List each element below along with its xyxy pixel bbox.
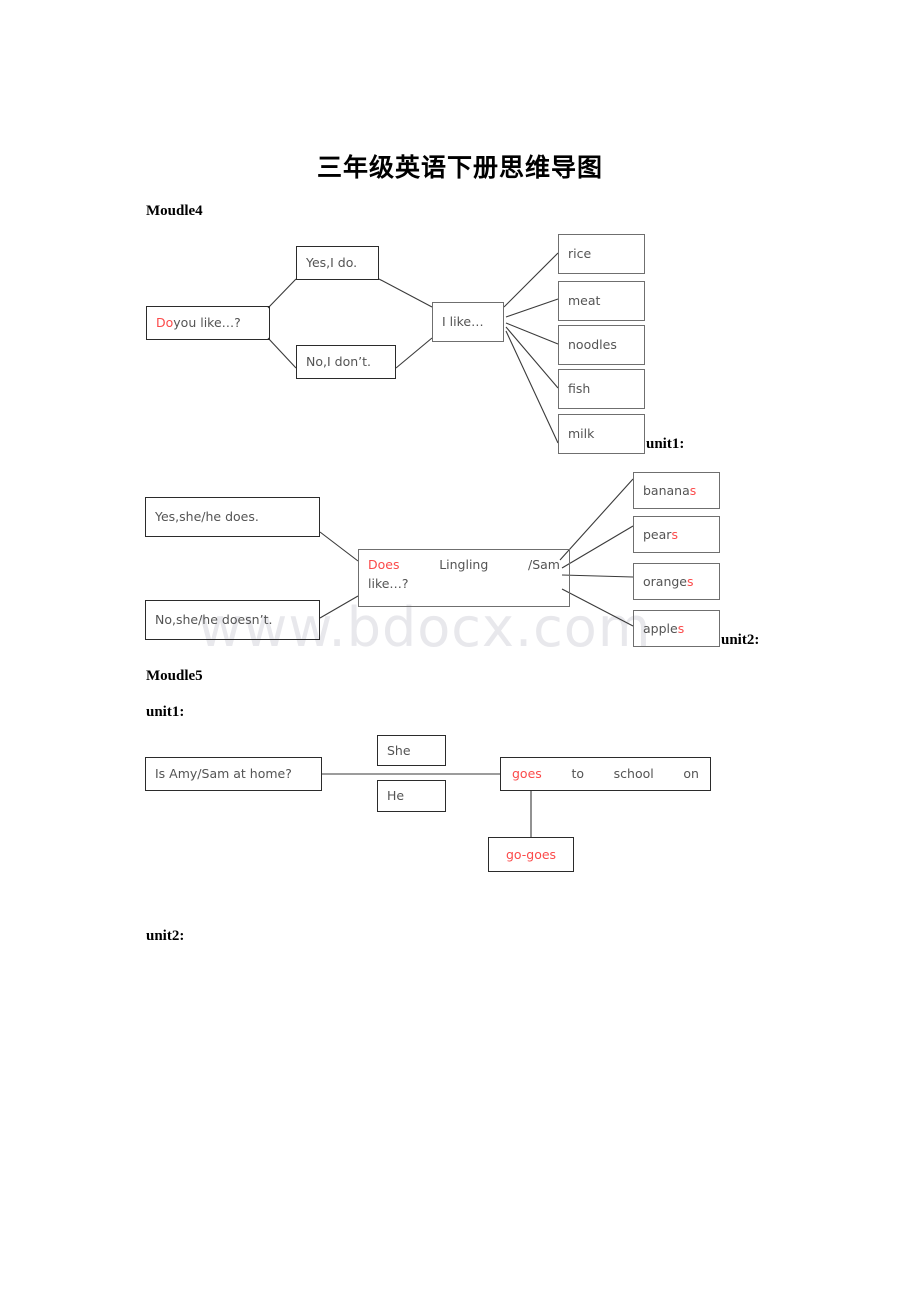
diagram2-item-stem: orange (643, 573, 687, 589)
diagram2-item-apples[interactable]: apple s (633, 610, 720, 647)
diagram2-item-plural: s (671, 526, 678, 542)
diagram3-predicate-node[interactable]: goes to school on (500, 757, 711, 791)
diagram1-item-milk[interactable]: milk (558, 414, 645, 454)
diagram2-unit-label: unit2: (721, 632, 760, 648)
predicate-word-on: on (683, 766, 699, 782)
diagram2-item-plural: s (687, 573, 694, 589)
diagram1-item-noodles[interactable]: noodles (558, 325, 645, 365)
diagram3-verb-note-node[interactable]: go-goes (488, 837, 574, 872)
hub-red-word: Does (368, 557, 400, 572)
diagram2-yes-node[interactable]: Yes,she/he does. (145, 497, 320, 537)
module5-heading: Moudle5 (146, 668, 203, 684)
diagram3-predicate-row: goes to school on (512, 766, 699, 782)
diagram1-item-label: rice (568, 246, 592, 262)
diagram1-root-node[interactable]: Do you like…? (146, 306, 270, 340)
predicate-red-word: goes (512, 766, 542, 782)
diagram1-item-label: noodles (568, 337, 617, 353)
diagram2-item-oranges[interactable]: orange s (633, 563, 720, 600)
diagram1-no-node[interactable]: No,I don’t. (296, 345, 396, 379)
module4-heading: Moudle4 (146, 203, 203, 219)
document-page: 三年级英语下册思维导图 Moudle4 Do you like…? Yes,I … (0, 0, 920, 1302)
diagram1-hub-node[interactable]: I like… (432, 302, 504, 342)
diagram3-subject-label: He (387, 788, 405, 804)
diagram3-question-node[interactable]: Is Amy/Sam at home? (145, 757, 322, 791)
root-rest-text: you like…? (173, 315, 241, 331)
module5-unit1-heading: unit1: (146, 704, 185, 720)
diagram3-question-label: Is Amy/Sam at home? (155, 766, 292, 782)
predicate-word-to: to (571, 766, 585, 782)
diagram2-item-stem: pear (643, 526, 672, 542)
diagram2-item-plural: s (689, 482, 697, 498)
diagram2-no-node[interactable]: No,she/he doesn’t. (145, 600, 320, 640)
diagram2-item-bananas[interactable]: banana s (633, 472, 720, 509)
diagram1-hub-label: I like… (442, 314, 484, 330)
diagram1-connectors (267, 252, 559, 444)
diagram3-subject-he-node[interactable]: He (377, 780, 446, 812)
root-red-word: Do (156, 315, 174, 331)
diagram1-item-rice[interactable]: rice (558, 234, 645, 274)
diagram2-hub-line1: Does Lingling /Sam (368, 557, 560, 573)
diagram2-item-stem: apple (643, 620, 678, 636)
diagram1-item-fish[interactable]: fish (558, 369, 645, 409)
module5-unit2-heading: unit2: (146, 928, 185, 944)
page-title: 三年级英语下册思维导图 (316, 153, 603, 182)
diagram3-verb-note-label: go-goes (505, 846, 557, 862)
diagram1-no-label: No,I don’t. (306, 354, 371, 370)
hub-word-sam: /Sam (528, 557, 560, 572)
diagram1-item-meat[interactable]: meat (558, 281, 645, 321)
diagram2-item-pears[interactable]: pear s (633, 516, 720, 553)
diagram2-item-plural: s (677, 620, 685, 636)
diagram1-yes-node[interactable]: Yes,I do. (296, 246, 379, 280)
diagram1-item-label: fish (568, 381, 591, 397)
diagram3-subject-label: She (387, 742, 411, 758)
diagram3-subject-she-node[interactable]: She (377, 735, 446, 766)
diagram2-hub-line2: like…? (368, 575, 409, 591)
diagram1-item-label: milk (568, 426, 595, 442)
hub-word-lingling: Lingling (439, 557, 489, 572)
diagram1-item-label: meat (568, 293, 601, 309)
diagram2-no-label: No,she/he doesn’t. (155, 612, 273, 628)
diagram2-item-stem: banana (643, 482, 690, 498)
diagram3-connectors (322, 773, 532, 837)
diagram1-yes-label: Yes,I do. (306, 255, 358, 271)
predicate-word-school: school (613, 766, 654, 782)
diagram2-hub-node[interactable]: Does Lingling /Sam like…? (358, 549, 570, 607)
diagram2-yes-label: Yes,she/he does. (155, 509, 259, 525)
diagram1-unit-label: unit1: (646, 436, 685, 452)
